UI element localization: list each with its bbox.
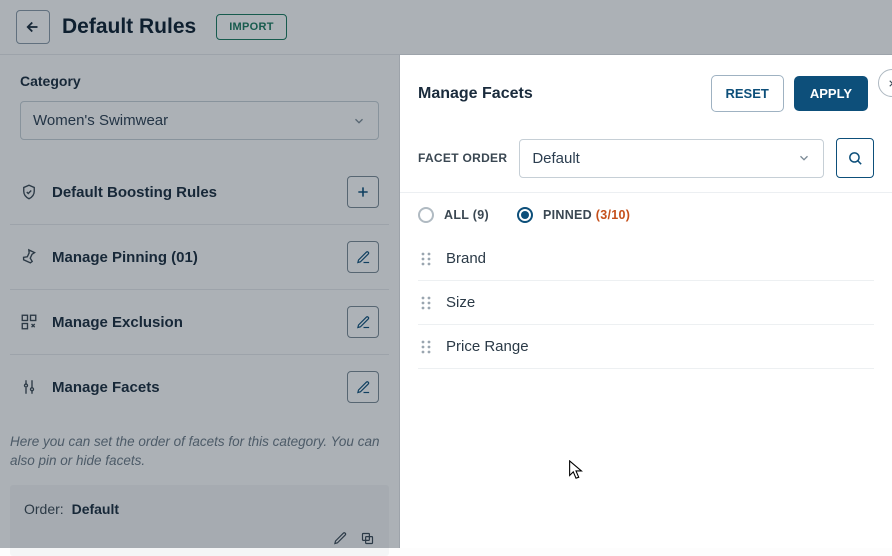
tab-pinned[interactable]: PINNED (3/10) bbox=[517, 207, 630, 223]
close-icon bbox=[887, 78, 892, 89]
facet-name: Price Range bbox=[446, 338, 529, 355]
facet-name: Size bbox=[446, 294, 475, 311]
drag-handle-icon[interactable] bbox=[420, 340, 432, 354]
reset-button[interactable]: RESET bbox=[711, 75, 784, 112]
facet-order-select[interactable]: Default bbox=[519, 139, 824, 178]
tab-all-count: (9) bbox=[473, 208, 489, 222]
tab-all[interactable]: ALL (9) bbox=[418, 207, 489, 223]
drag-handle-icon[interactable] bbox=[420, 296, 432, 310]
tab-pinned-count: (3/10) bbox=[596, 208, 630, 222]
manage-facets-panel: Manage Facets RESET APPLY FACET ORDER De… bbox=[400, 55, 892, 548]
search-icon bbox=[847, 150, 864, 167]
radio-selected-icon bbox=[517, 207, 533, 223]
facet-search-button[interactable] bbox=[836, 138, 874, 178]
facet-item[interactable]: Brand bbox=[418, 237, 874, 281]
facet-order-value: Default bbox=[532, 150, 580, 167]
apply-button[interactable]: APPLY bbox=[794, 76, 868, 111]
facet-order-label: FACET ORDER bbox=[418, 151, 507, 165]
drag-handle-icon[interactable] bbox=[420, 252, 432, 266]
facet-item[interactable]: Price Range bbox=[418, 325, 874, 369]
radio-unselected-icon bbox=[418, 207, 434, 223]
tab-pinned-label: PINNED bbox=[543, 208, 592, 222]
chevron-down-icon bbox=[797, 151, 811, 165]
tab-all-label: ALL bbox=[444, 208, 469, 222]
pinned-facet-list: Brand Size Price Range bbox=[400, 231, 892, 375]
facet-item[interactable]: Size bbox=[418, 281, 874, 325]
facet-name: Brand bbox=[446, 250, 486, 267]
panel-title: Manage Facets bbox=[418, 85, 701, 103]
